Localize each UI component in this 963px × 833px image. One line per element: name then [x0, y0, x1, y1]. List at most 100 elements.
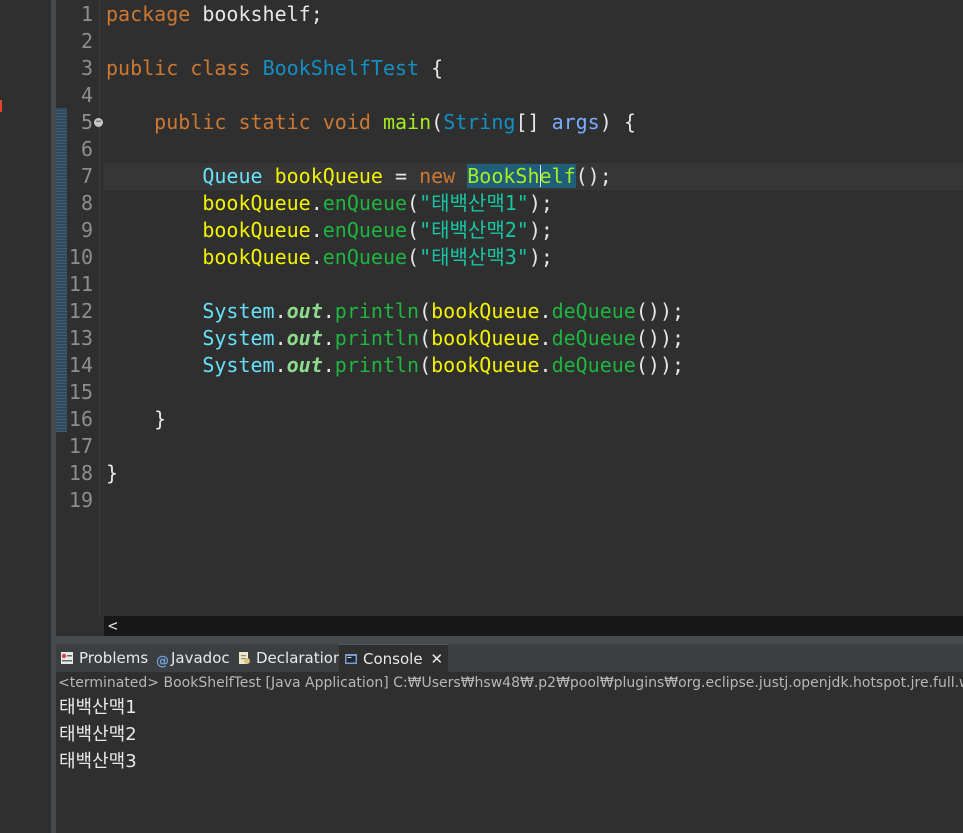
dot: .: [310, 191, 323, 215]
line-number: 15: [68, 380, 93, 404]
paren: (: [419, 299, 432, 323]
panel-divider[interactable]: [56, 636, 963, 644]
line-number: 7: [80, 164, 93, 188]
line-number: 11: [68, 272, 93, 296]
tab-problems[interactable]: Problems: [60, 644, 148, 672]
line-number: 18: [68, 461, 93, 485]
dot: .: [539, 353, 552, 377]
console-output-line: 태백산맥2: [59, 724, 137, 745]
line-number: 2: [80, 29, 93, 53]
line-number: 17: [68, 434, 93, 458]
method-call: println: [334, 299, 420, 323]
dot: .: [322, 326, 335, 350]
static-field: out: [286, 326, 323, 350]
line-number: 16: [68, 407, 93, 431]
line-number: 5: [80, 110, 93, 134]
tab-label: Problems: [79, 649, 149, 667]
method-call: deQueue: [551, 326, 636, 350]
code-line-10[interactable]: bookQueue.enQueue("태백산맥3");: [106, 244, 553, 271]
problems-icon: [60, 646, 74, 664]
line-number: 8: [80, 191, 93, 215]
variable-name: bookQueue: [202, 218, 311, 242]
class-name-part: elf: [539, 164, 576, 188]
variable-name: bookQueue: [431, 326, 540, 350]
code-line-7[interactable]: Queue bookQueue = new BookShelf();: [106, 163, 612, 190]
console-view[interactable]: <terminated> BookShelfTest [Java Applica…: [56, 672, 963, 833]
variable-name: bookQueue: [431, 353, 540, 377]
selected-class-name[interactable]: BookShelf: [467, 164, 576, 188]
at-sign-icon: @: [156, 654, 169, 669]
dot: .: [274, 353, 287, 377]
paren-end: );: [528, 191, 553, 215]
code-line-5[interactable]: public static void main(String[] args) {: [106, 109, 636, 136]
keyword: package: [106, 2, 191, 26]
array-brackets: []: [515, 110, 552, 134]
call-end: ();: [575, 164, 612, 188]
string-literal: "태백산맥1": [419, 191, 529, 215]
method-call: enQueue: [322, 218, 408, 242]
type-name: Queue: [202, 164, 263, 188]
scroll-left-icon[interactable]: <: [108, 616, 118, 636]
code-line-13[interactable]: System.out.println(bookQueue.deQueue());: [106, 325, 684, 352]
paren-end: );: [528, 245, 553, 269]
string-literal: "태백산맥3": [419, 245, 529, 269]
console-output-line: 태백산맥1: [59, 697, 137, 718]
line-number: 3: [80, 56, 93, 80]
console-icon: [344, 647, 358, 664]
class-name-part: BookSh: [467, 164, 540, 188]
dot: .: [274, 299, 287, 323]
code-line-18[interactable]: }: [106, 460, 118, 487]
line-number: 13: [68, 326, 93, 350]
class-ref: System: [202, 353, 275, 377]
tab-javadoc[interactable]: @ Javadoc: [156, 644, 230, 672]
tab-label: Console: [363, 650, 423, 668]
ruler-divider: [99, 0, 100, 616]
line-number: 10: [68, 245, 93, 269]
assign: =: [382, 164, 420, 188]
param-name: args: [551, 110, 600, 134]
package-name: bookshelf;: [190, 2, 323, 26]
code-editor[interactable]: 1 2 3 4 5 6 7 8 9 10 11 12 13 14 15 16 1…: [56, 0, 963, 616]
tab-declaration[interactable]: Declaration: [237, 644, 342, 672]
paren: (: [431, 110, 444, 134]
static-field: out: [286, 353, 323, 377]
code-line-12[interactable]: System.out.println(bookQueue.deQueue());: [106, 298, 684, 325]
line-number: 4: [80, 83, 93, 107]
variable-name: bookQueue: [202, 245, 311, 269]
code-line-14[interactable]: System.out.println(bookQueue.deQueue());: [106, 352, 684, 379]
dot: .: [322, 353, 335, 377]
paren: (: [419, 326, 432, 350]
method-call: deQueue: [551, 299, 636, 323]
keyword: class: [190, 56, 251, 80]
code-line-9[interactable]: bookQueue.enQueue("태백산맥2");: [106, 217, 553, 244]
tab-console[interactable]: Console ✕: [339, 644, 449, 673]
code-line-16[interactable]: }: [106, 406, 166, 433]
panel-tab-bar: Problems @ Javadoc Declaration Console ✕: [56, 644, 963, 673]
code-line-3[interactable]: public class BookShelfTest {: [106, 55, 443, 82]
code-line-1[interactable]: package bookshelf;: [106, 1, 323, 28]
paren-end: ());: [635, 326, 685, 350]
method-call: println: [334, 353, 420, 377]
declaration-icon: [237, 646, 251, 664]
closing-brace: }: [154, 407, 167, 431]
paren-end: ());: [635, 353, 685, 377]
close-icon[interactable]: ✕: [431, 650, 444, 668]
variable-name: bookQueue: [274, 164, 383, 188]
horizontal-scrollbar[interactable]: <: [104, 616, 963, 636]
method-call: println: [334, 326, 420, 350]
closing-brace: }: [106, 461, 119, 485]
dot: .: [322, 299, 335, 323]
dot: .: [310, 245, 323, 269]
paren-brace: ) {: [599, 110, 636, 134]
class-ref: System: [202, 299, 275, 323]
paren: (: [419, 353, 432, 377]
paren: (: [407, 218, 420, 242]
method-name: main: [382, 110, 432, 134]
line-number: 12: [68, 299, 93, 323]
dot: .: [539, 299, 552, 323]
paren: (: [407, 245, 420, 269]
minus-circle-icon[interactable]: −: [94, 118, 103, 127]
method-call: enQueue: [322, 191, 408, 215]
code-line-8[interactable]: bookQueue.enQueue("태백산맥1");: [106, 190, 553, 217]
error-marker: [0, 100, 2, 112]
